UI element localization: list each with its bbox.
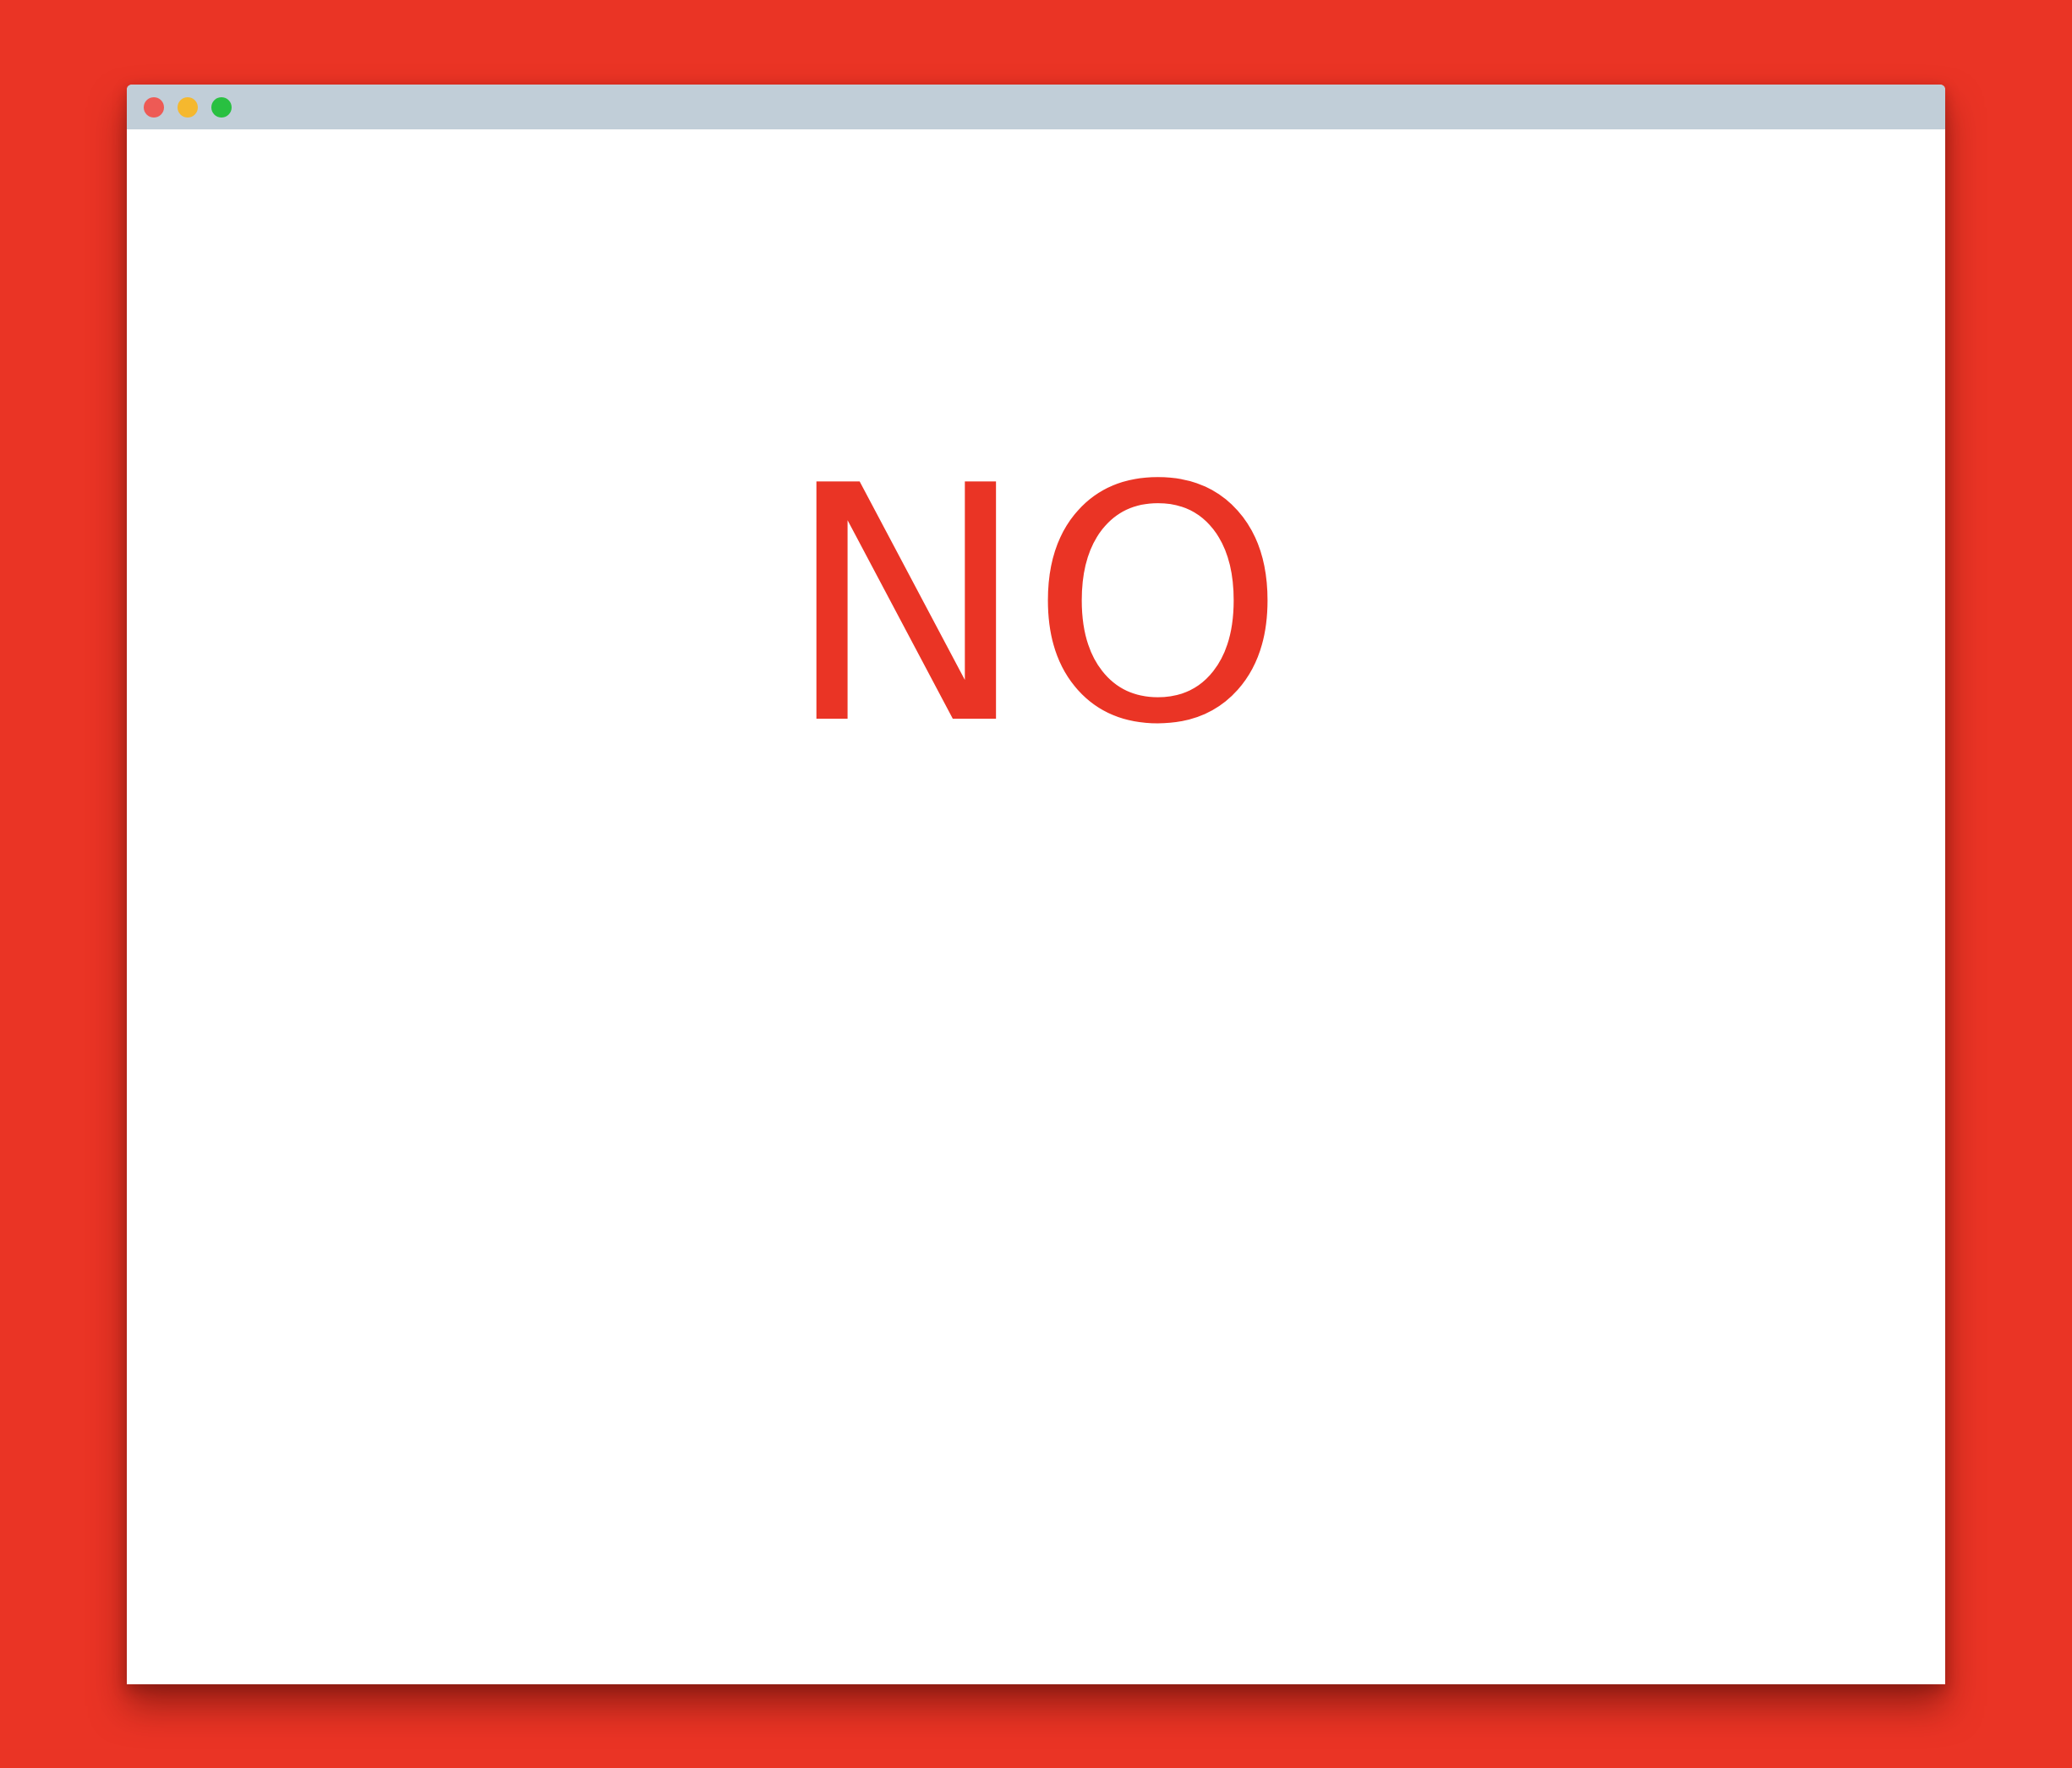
close-icon[interactable] [144,97,164,118]
message-text: NO [784,417,1288,796]
minimize-icon[interactable] [178,97,198,118]
window-titlebar[interactable] [127,85,1945,129]
maximize-icon[interactable] [211,97,232,118]
app-window: NO [127,85,1945,1684]
window-content: NO [127,129,1945,1684]
